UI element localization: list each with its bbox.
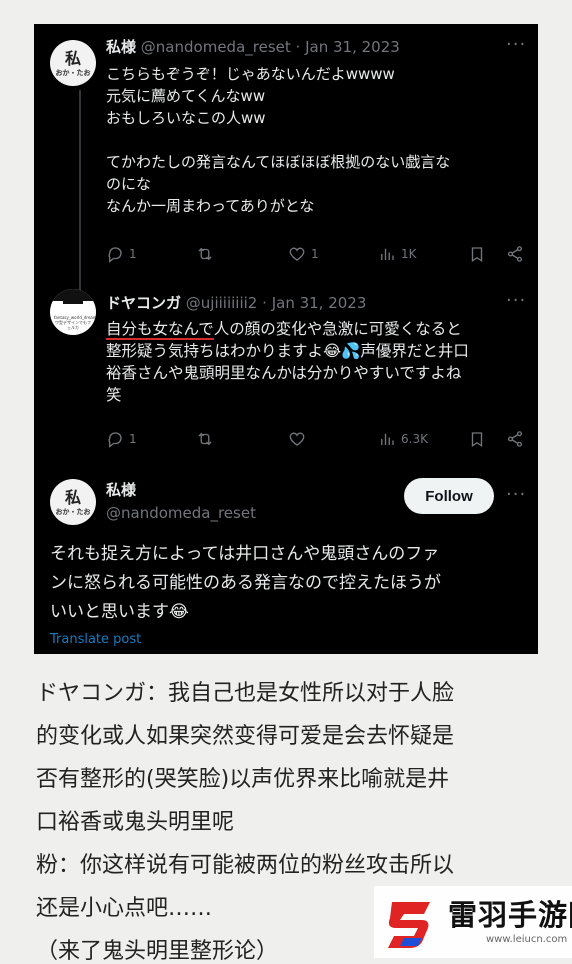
tweet-line: ンに怒られる可能性のある発言なので控えたほうが [50, 573, 441, 593]
reply-icon [106, 430, 124, 448]
reply-count: 1 [129, 432, 137, 446]
tweet-text: それも捉え方によっては井口さんや鬼頭さんのファ ンに怒られる可能性のある発言なの… [50, 540, 530, 627]
reply-icon [106, 245, 124, 263]
retweet-icon [196, 245, 214, 263]
views-button[interactable]: 1K [378, 245, 417, 263]
display-name[interactable]: 私様 [106, 479, 136, 500]
retweet-icon [196, 430, 214, 448]
tweet-line: いいと思います😂 [50, 602, 189, 622]
more-options-icon[interactable]: ··· [506, 484, 526, 505]
watermark-title: 雷羽手游网 [448, 898, 572, 932]
caption-line: 否有整形的(哭笑脸)以声优界来比喻就是井 [36, 767, 450, 792]
tweet-line: 笑 [106, 386, 122, 404]
reply-count: 1 [129, 247, 137, 261]
tweet-line: のにな [106, 175, 152, 193]
tweet-header: ドヤコンガ @ujiiiiiiii2 · Jan 31, 2023 [106, 292, 366, 313]
tweet-line: 裕香さんや鬼頭明里なんかは分かりやすいですよね [106, 364, 462, 382]
watermark: 雷羽手游网 www.leiucn.com [374, 886, 572, 958]
translate-link[interactable]: Translate post [50, 632, 141, 647]
tweet-line: てかわたしの発言なんてほぼほぼ根拠のない戯言な [106, 153, 451, 171]
avatar-glyph: 私 [64, 488, 81, 507]
display-name[interactable]: 私様 [106, 38, 136, 56]
views-icon [378, 245, 396, 263]
avatar-caption: fantasy_world_dream ワ型デザインでもフェルカ [54, 315, 96, 330]
action-bar: 1 1 1K [106, 245, 526, 265]
share-icon [506, 430, 524, 448]
bookmark-button[interactable] [468, 245, 486, 263]
retweet-button[interactable] [196, 430, 219, 448]
more-options-icon[interactable]: ··· [506, 290, 526, 311]
tweet-line [106, 129, 526, 151]
views-count: 1K [401, 247, 417, 261]
avatar-caption: おか・たお [55, 508, 91, 516]
avatar-caption: おか・たお [55, 69, 91, 77]
heart-icon [288, 245, 306, 263]
tweet-text: こちらもぞうぞ！じゃあないんだよwwww 元気に薦めてくんなww おもしろいなこ… [106, 63, 526, 217]
caption-line: 的变化或人如果突然变得可爱是会去怀疑是 [36, 724, 455, 749]
caption-line: 口裕香或鬼头明里呢 [36, 810, 235, 835]
avatar[interactable]: 私 おか・たお [50, 40, 96, 86]
retweet-button[interactable] [196, 245, 219, 263]
avatar[interactable]: fantasy_world_dream ワ型デザインでもフェルカ [50, 289, 96, 335]
tweet-line: 元気に薦めてくんなww [106, 87, 266, 105]
views-icon [378, 430, 396, 448]
views-button[interactable]: 6.3K [378, 430, 428, 448]
tweet-line: こちらもぞうぞ！じゃあないんだよwwww [106, 65, 395, 83]
heart-icon [288, 430, 306, 448]
handle[interactable]: @ujiiiiiiii2 [186, 294, 258, 312]
tweet-header: 私様 @nandomeda_reset · Jan 31, 2023 [106, 36, 400, 57]
bookmark-button[interactable] [468, 430, 486, 448]
separator: · [262, 294, 267, 312]
follow-button[interactable]: Follow [404, 478, 494, 514]
thread-line [79, 90, 81, 294]
tweet-line: 自分も女なんで人の顔の変化や急激に可愛くなると [106, 318, 526, 340]
handle[interactable]: @nandomeda_reset [141, 38, 291, 56]
like-button[interactable]: 1 [288, 245, 319, 263]
avatar-glyph: 私 [64, 49, 81, 68]
tweet-line: おもしろいなこの人ww [106, 109, 266, 127]
reply-button[interactable]: 1 [106, 245, 137, 263]
reply-button[interactable]: 1 [106, 430, 137, 448]
action-bar: 1 6.3K [106, 430, 526, 450]
tweet-text: 自分も女なんで人の顔の変化や急激に可愛くなると 整形疑う気持ちはわかりますよ😂💦… [106, 318, 526, 406]
like-count: 1 [311, 247, 319, 261]
caption-line: 粉：你这样说有可能被两位的粉丝攻击所以 [36, 853, 455, 878]
timestamp[interactable]: Jan 31, 2023 [305, 38, 400, 56]
watermark-logo-icon [388, 902, 430, 948]
underlined-text: 自分も女なんで [106, 320, 214, 340]
tweet-line: それも捉え方によっては井口さんや鬼頭さんのファ [50, 544, 440, 564]
tweet-line: 整形疑う気持ちはわかりますよ😂💦声優界だと井口 [106, 342, 469, 360]
share-icon [506, 245, 524, 263]
timestamp[interactable]: Jan 31, 2023 [272, 294, 367, 312]
bookmark-icon [468, 245, 486, 263]
separator: · [295, 38, 301, 56]
bookmark-icon [468, 430, 486, 448]
avatar[interactable]: 私 おか・たお [50, 479, 96, 525]
more-options-icon[interactable]: ··· [506, 34, 526, 55]
share-button[interactable] [506, 430, 524, 448]
tweet-line: なんか一周まわってありがとな [106, 197, 315, 215]
handle[interactable]: @nandomeda_reset [106, 504, 256, 522]
like-button[interactable] [288, 430, 311, 448]
watermark-url: www.leiucn.com [486, 934, 568, 945]
caption-line: ドヤコンガ：我自己也是女性所以对于人脸 [36, 681, 455, 706]
tweet-line-rest: 人の顔の変化や急激に可愛くなると [213, 320, 462, 338]
share-button[interactable] [506, 245, 524, 263]
display-name[interactable]: ドヤコンガ [106, 294, 181, 312]
tweet-screenshot: 私 おか・たお 私様 @nandomeda_reset · Jan 31, 20… [34, 24, 538, 654]
views-count: 6.3K [401, 432, 428, 446]
